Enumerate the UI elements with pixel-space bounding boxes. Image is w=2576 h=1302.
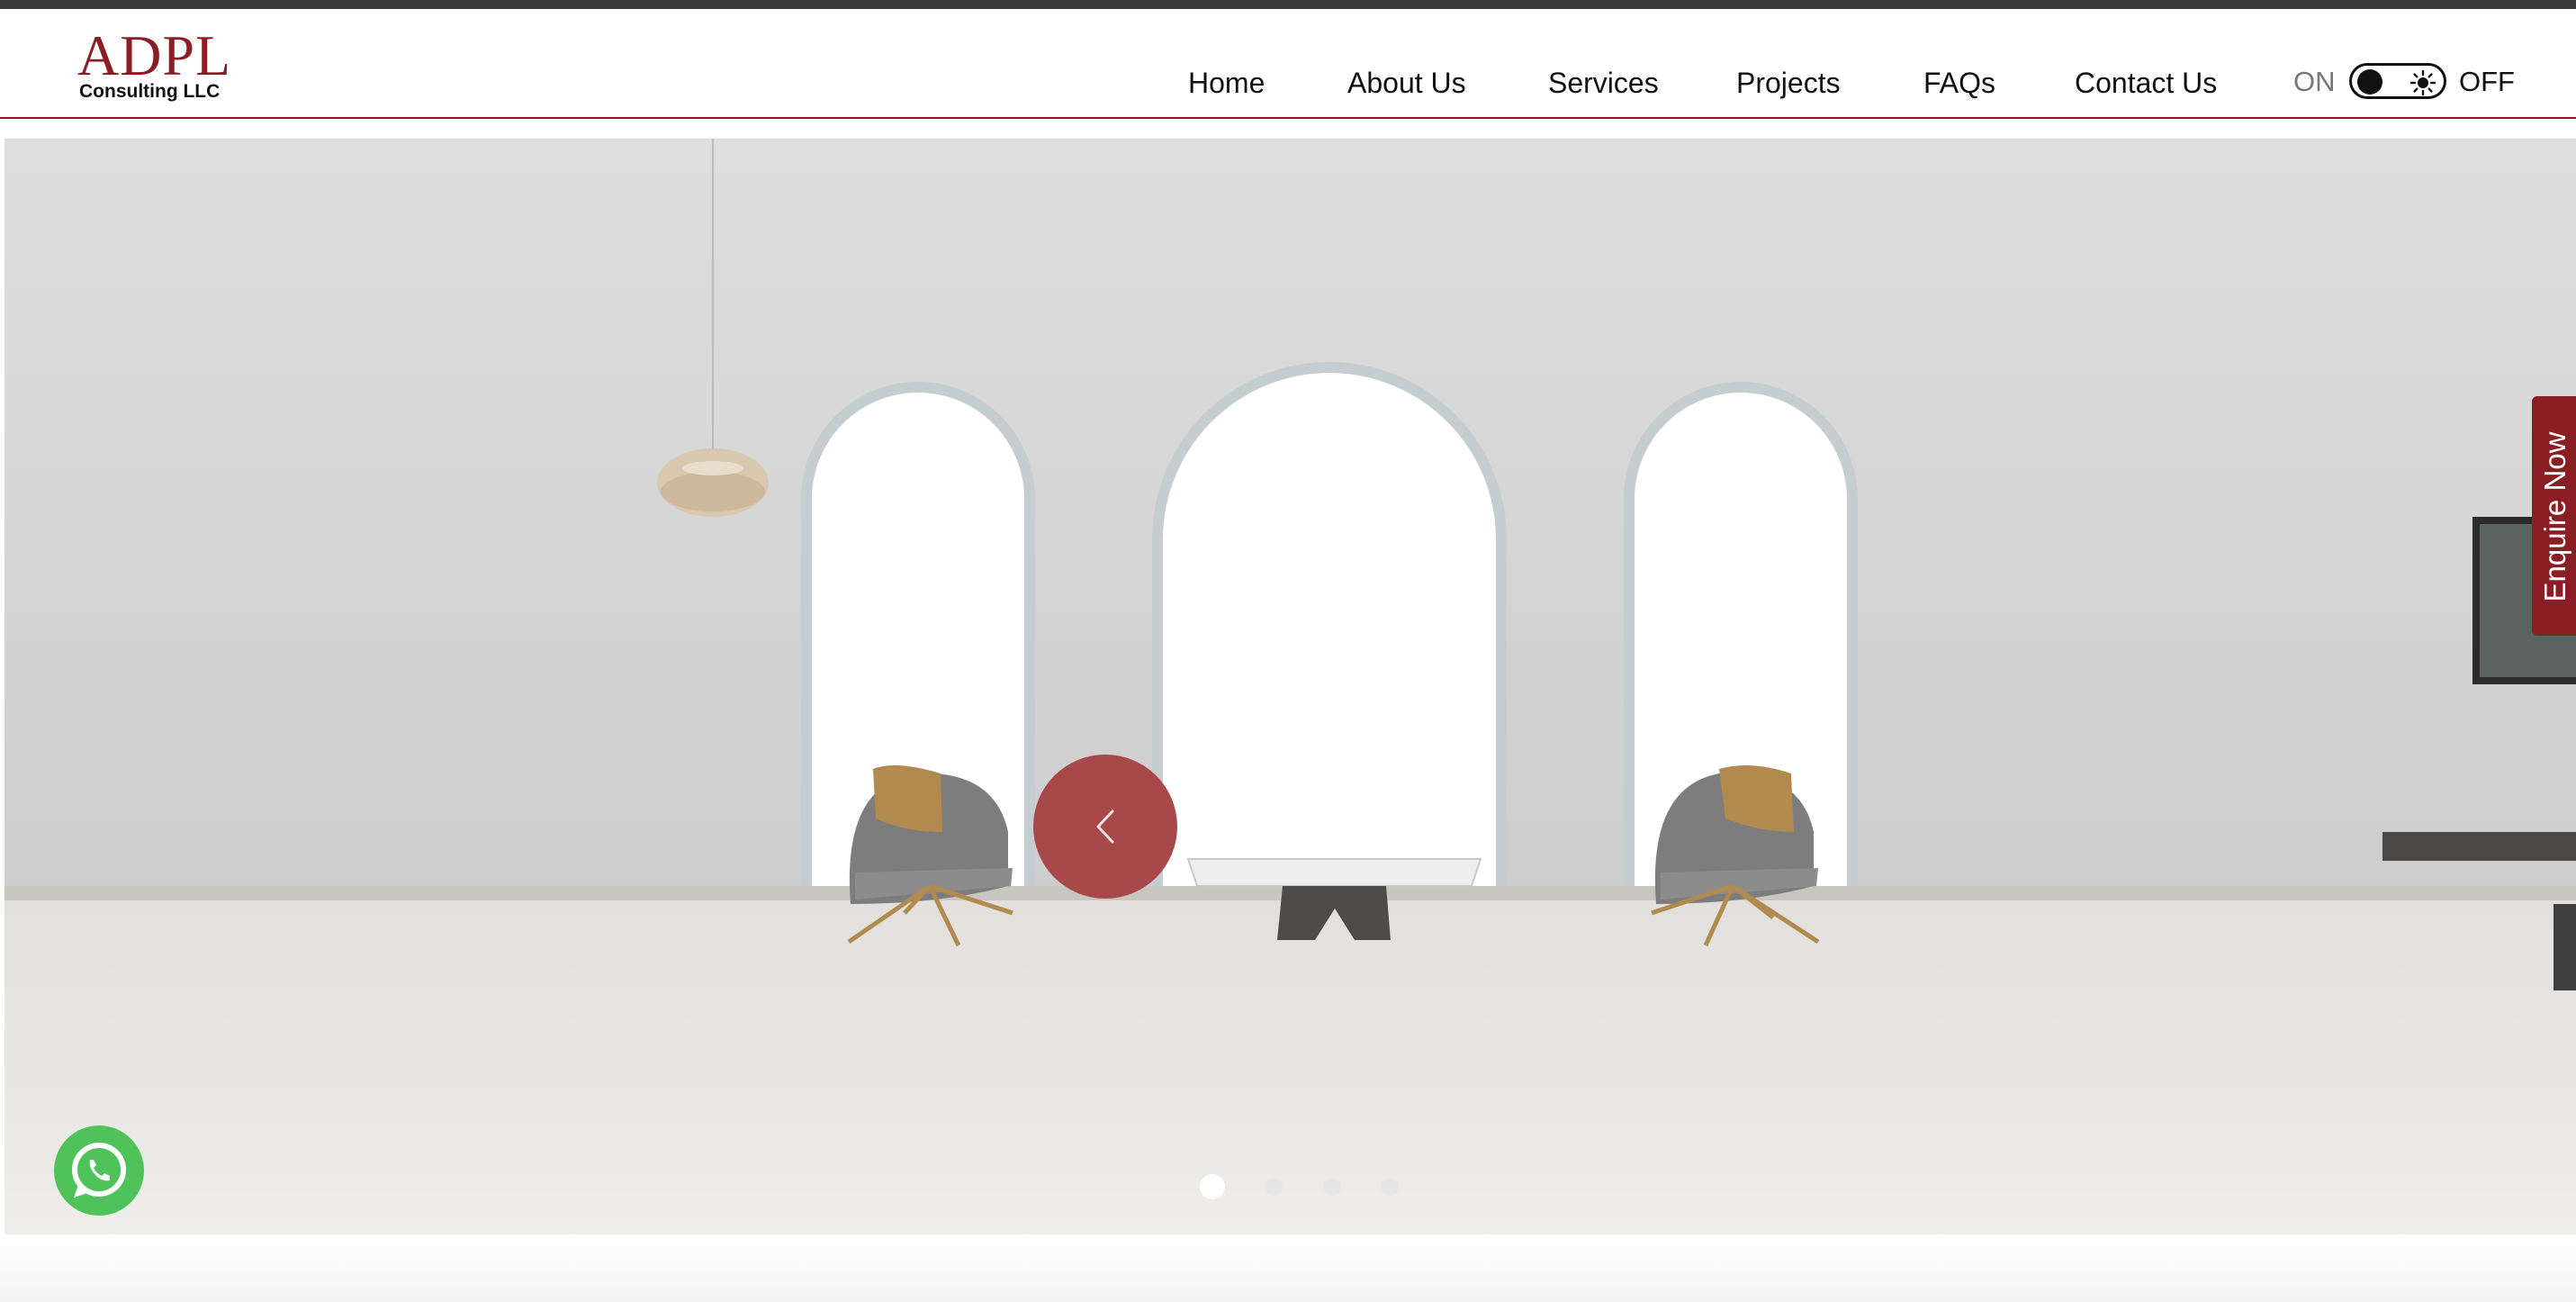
nav-projects[interactable]: Projects	[1736, 63, 1841, 103]
slider-pagination	[1200, 1172, 1416, 1199]
main-nav: Home About Us Services Projects FAQs Con…	[0, 63, 2576, 103]
slider-dot-2[interactable]	[1265, 1178, 1283, 1196]
toggle-on-label: ON	[2293, 66, 2336, 97]
whatsapp-button[interactable]	[54, 1126, 144, 1216]
theme-toggle-group: ON OFF	[2293, 61, 2518, 103]
hero-slide-image	[5, 139, 2576, 1234]
page-below-hero	[0, 1234, 2576, 1302]
hero-slider[interactable]	[5, 139, 2576, 1234]
whatsapp-icon	[72, 1143, 126, 1198]
nav-contact-us[interactable]: Contact Us	[2075, 63, 2217, 103]
nav-about-us[interactable]: About Us	[1347, 63, 1466, 103]
nav-home[interactable]: Home	[1188, 63, 1265, 103]
chevron-left-icon	[1096, 809, 1114, 844]
enquire-now-label: Enquire Now	[2538, 431, 2571, 602]
theme-toggle[interactable]	[2349, 63, 2446, 99]
toggle-off-label: OFF	[2459, 66, 2515, 97]
toggle-knob	[2357, 69, 2382, 95]
slider-dot-4[interactable]	[1381, 1178, 1399, 1196]
slider-dot-1[interactable]	[1200, 1174, 1225, 1199]
nav-faqs[interactable]: FAQs	[1923, 63, 1995, 103]
slider-prev-button[interactable]	[1033, 755, 1177, 899]
slider-dot-3[interactable]	[1323, 1178, 1341, 1196]
sun-icon	[2409, 69, 2436, 96]
site-header: ADPL Consulting LLC Home About Us Servic…	[0, 9, 2576, 119]
enquire-now-tab[interactable]: Enquire Now	[2532, 396, 2576, 636]
top-strip	[0, 0, 2576, 9]
nav-services[interactable]: Services	[1548, 63, 1659, 103]
